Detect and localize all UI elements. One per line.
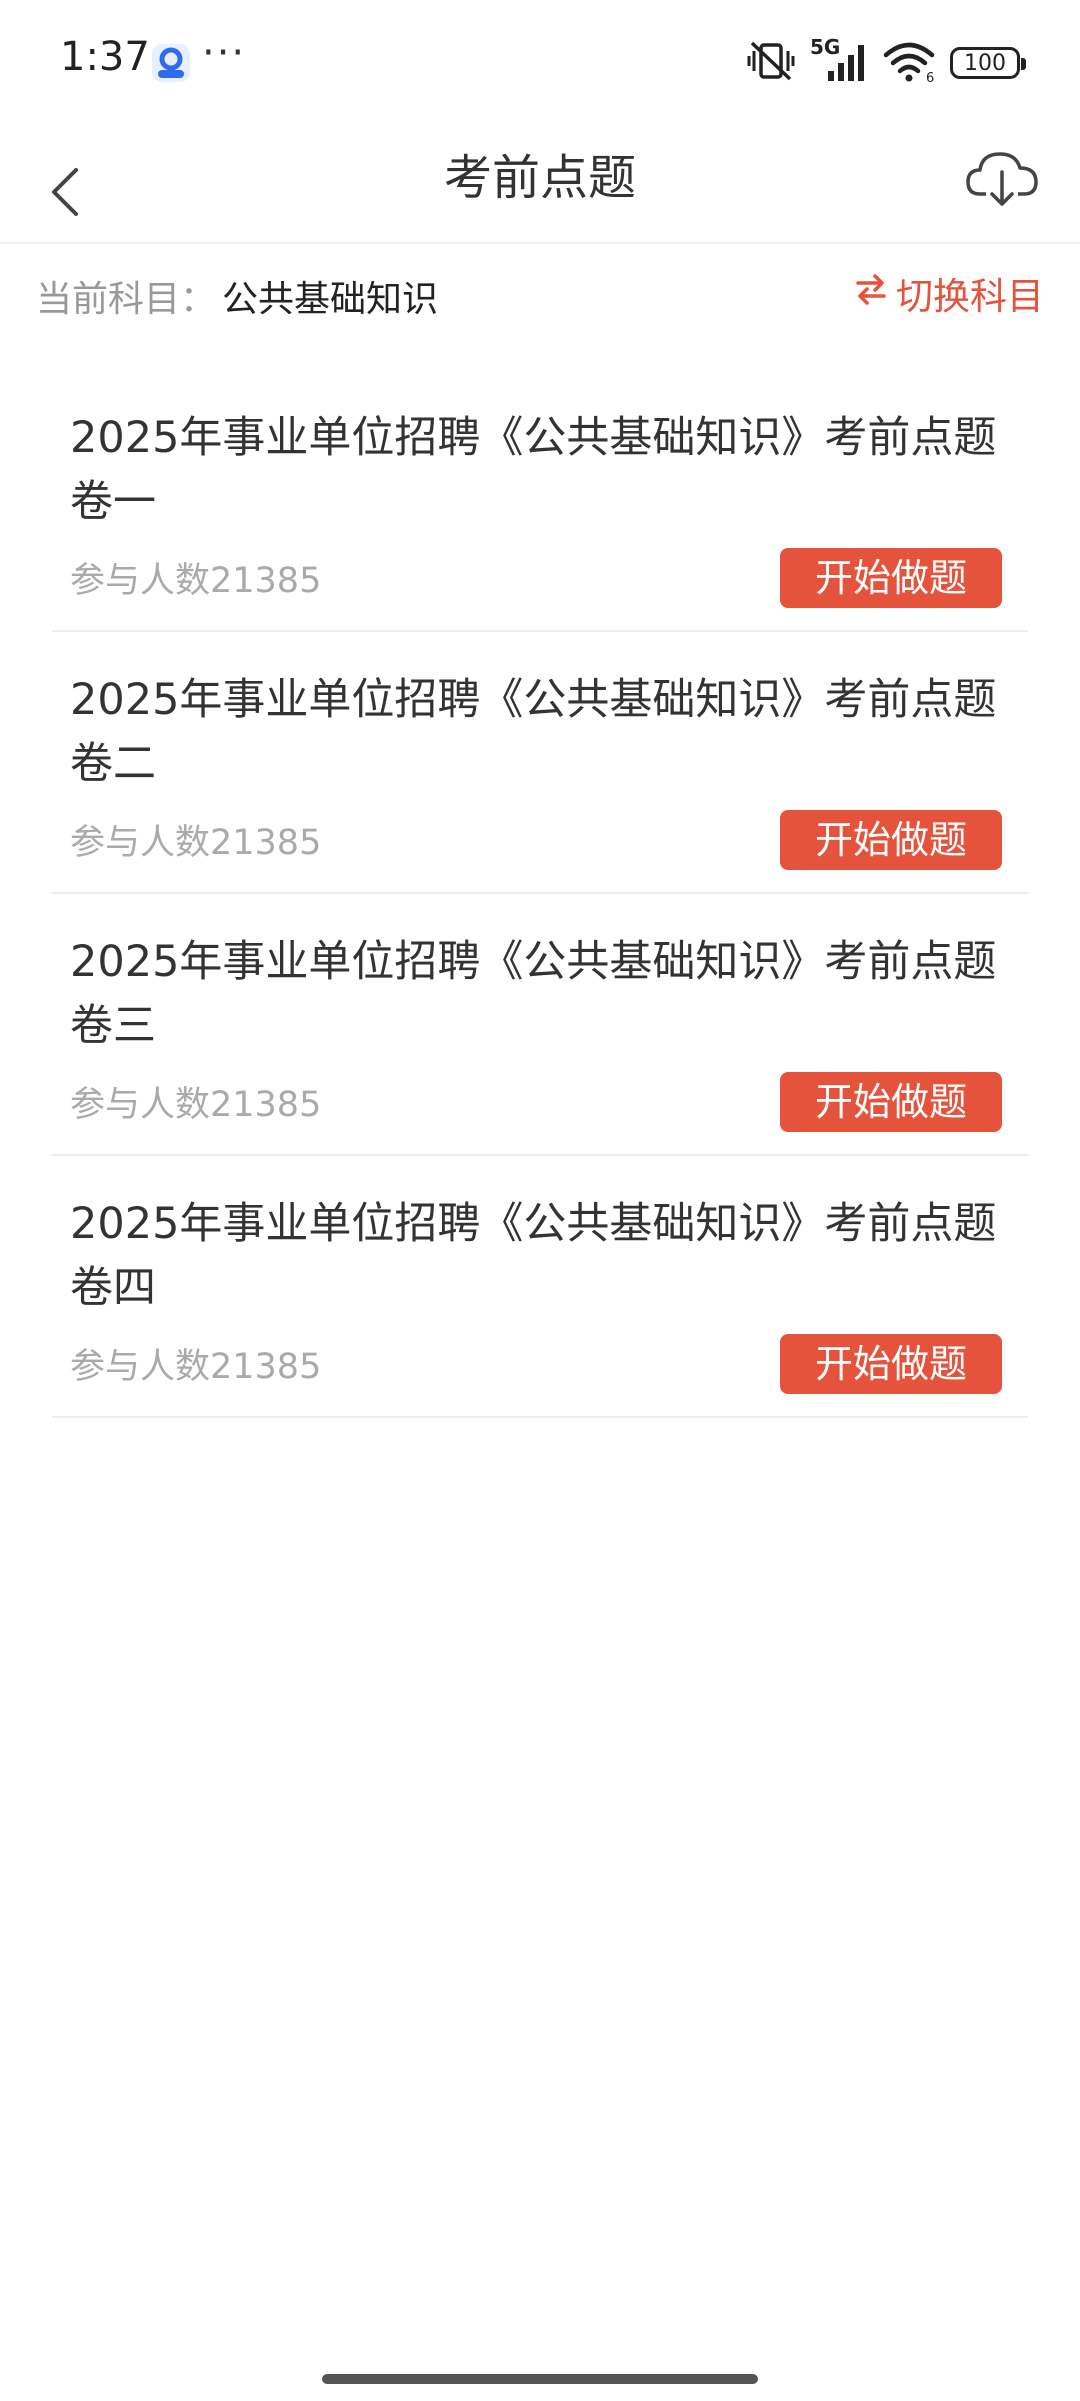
vibrate-off-icon	[746, 39, 796, 87]
status-icons: 5G 6 100	[746, 35, 1026, 88]
participant-count: 参与人数21385	[70, 823, 322, 863]
paper-title: 2025年事业单位招聘《公共基础知识》考前点题卷三	[70, 937, 997, 1051]
app-icon	[150, 42, 192, 84]
start-quiz-button[interactable]: 开始做题	[780, 810, 1002, 870]
wifi-icon: 6	[882, 39, 936, 87]
battery-icon: 100	[950, 47, 1026, 79]
swap-arrows-icon	[854, 272, 888, 315]
status-more-icon: ···	[202, 30, 247, 76]
paper-title: 2025年事业单位招聘《公共基础知识》考前点题卷二	[70, 675, 997, 789]
participant-count: 参与人数21385	[70, 1347, 322, 1387]
paper-title: 2025年事业单位招聘《公共基础知识》考前点题卷一	[70, 413, 997, 527]
list-item[interactable]: 2025年事业单位招聘《公共基础知识》考前点题卷二 参与人数21385 开始做题	[52, 632, 1028, 894]
start-quiz-button[interactable]: 开始做题	[780, 1334, 1002, 1394]
list-item[interactable]: 2025年事业单位招聘《公共基础知识》考前点题卷四 参与人数21385 开始做题	[52, 1156, 1028, 1418]
status-time: 1:37	[60, 34, 150, 80]
nav-bar: 考前点题	[0, 124, 1080, 244]
svg-text:6: 6	[926, 71, 934, 83]
cloud-download-icon[interactable]	[962, 138, 1042, 218]
switch-subject-label: 切换科目	[896, 275, 1044, 318]
status-bar: 1:37 ··· 5G 6 100	[0, 0, 1080, 124]
start-quiz-button[interactable]: 开始做题	[780, 548, 1002, 608]
home-indicator[interactable]	[322, 2374, 758, 2384]
subject-label: 当前科目：	[36, 279, 217, 320]
subject-row: 当前科目： 公共基础知识 切换科目	[0, 242, 1080, 346]
paper-title: 2025年事业单位招聘《公共基础知识》考前点题卷四	[70, 1199, 997, 1313]
participant-count: 参与人数21385	[70, 561, 322, 601]
list-item[interactable]: 2025年事业单位招聘《公共基础知识》考前点题卷一 参与人数21385 开始做题	[52, 370, 1028, 632]
subject-value: 公共基础知识	[222, 279, 439, 320]
battery-level: 100	[964, 50, 1006, 76]
start-quiz-button[interactable]: 开始做题	[780, 1072, 1002, 1132]
signal-icon: 5G	[810, 35, 868, 85]
participant-count: 参与人数21385	[70, 1085, 322, 1125]
list-item[interactable]: 2025年事业单位招聘《公共基础知识》考前点题卷三 参与人数21385 开始做题	[52, 894, 1028, 1156]
page-title: 考前点题	[443, 150, 636, 206]
paper-list: 2025年事业单位招聘《公共基础知识》考前点题卷一 参与人数21385 开始做题…	[52, 370, 1028, 1418]
switch-subject-button[interactable]: 切换科目	[854, 266, 1044, 320]
